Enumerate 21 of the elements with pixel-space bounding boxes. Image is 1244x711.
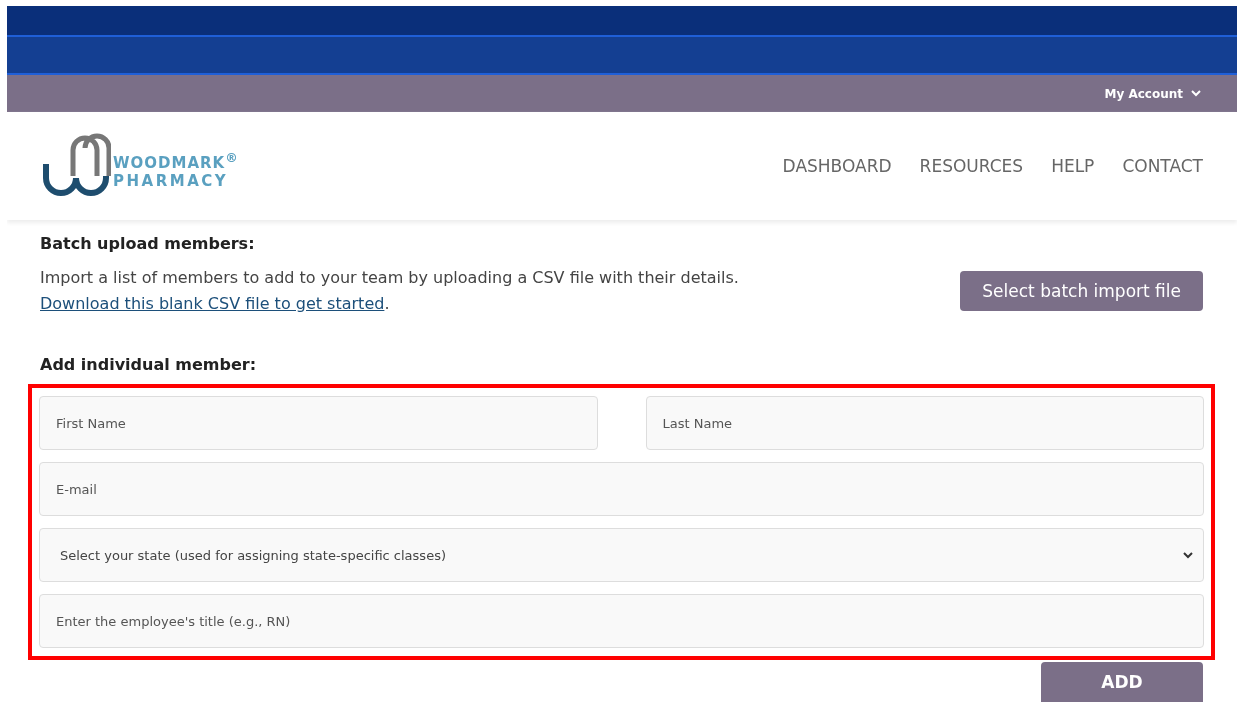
input-field[interactable]: E-mail (39, 462, 1204, 516)
account-menu[interactable]: My Account (1104, 86, 1201, 101)
nav-link[interactable]: RESOURCES (919, 156, 1024, 176)
section-heading: Add individual member: (40, 355, 258, 374)
download-link[interactable]: Download this blank CSV file to get started (40, 294, 385, 313)
logo-subtitle: PHARMACY (113, 172, 230, 190)
add-button[interactable]: ADD (1041, 662, 1203, 702)
nav-link[interactable]: CONTACT (1122, 156, 1203, 176)
nav-link[interactable]: HELP (1051, 156, 1095, 176)
chevron-down-icon (1183, 551, 1193, 559)
section-heading: Batch upload members: (40, 234, 256, 253)
select-file-button[interactable]: Select batch import file (960, 271, 1203, 311)
punctuation: . (384, 294, 390, 313)
input-field[interactable]: Enter the employee's title (e.g., RN) (39, 594, 1204, 648)
chevron-down-icon (1191, 90, 1201, 97)
input-field[interactable]: Last Name (645, 396, 1204, 450)
state-dropdown[interactable]: Select your state (used for assigning state-specific classes) (39, 528, 1204, 582)
nav-link[interactable]: DASHBOARD (782, 156, 892, 176)
input-field[interactable]: First Name (39, 396, 598, 450)
logo-name: WOODMARK$^{®}$ (113, 150, 239, 172)
description-text: Import a list of members to add to your team by uploading a CSV file with their details. (40, 268, 739, 287)
